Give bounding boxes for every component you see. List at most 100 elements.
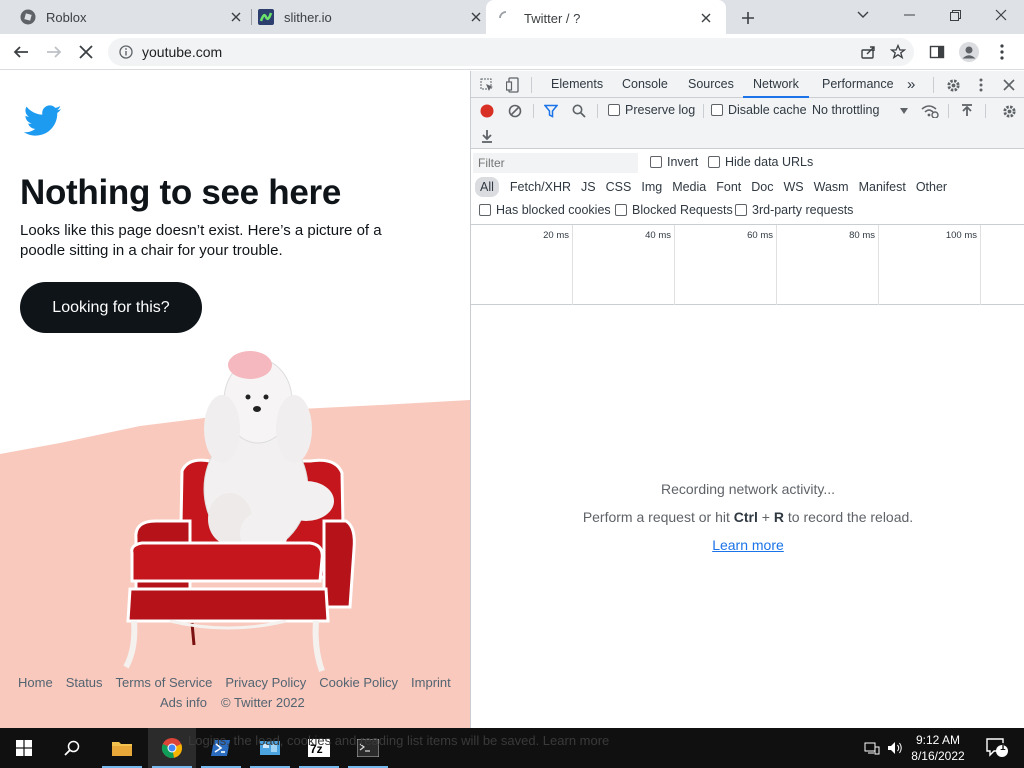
url-text: youtube.com (142, 44, 223, 60)
blocked-requests-checkbox[interactable]: Blocked Requests (615, 203, 733, 217)
type-filter-media[interactable]: Media (667, 177, 711, 197)
device-toolbar-icon[interactable] (503, 75, 523, 95)
devtools-tab-sources[interactable]: Sources (688, 71, 734, 98)
checkbox-box[interactable] (735, 204, 747, 216)
learn-more-link[interactable]: Learn more (712, 537, 784, 553)
footer-link-imprint[interactable]: Imprint (411, 675, 451, 690)
close-tab-icon[interactable] (468, 9, 484, 25)
tab-slither[interactable]: slither.io (258, 0, 484, 34)
learn-more-wrap: Learn more (471, 537, 1024, 553)
throttling-select[interactable]: No throttling (812, 103, 879, 117)
close-devtools-icon[interactable] (999, 75, 1019, 95)
more-tabs-icon[interactable]: » (907, 71, 915, 98)
forward-icon[interactable] (40, 38, 68, 66)
third-party-checkbox[interactable]: 3rd-party requests (735, 203, 853, 217)
devtools-menu-icon[interactable] (971, 75, 991, 95)
search-icon[interactable] (48, 728, 96, 768)
twitter-bird-icon[interactable] (23, 105, 62, 137)
poodle-in-chair-image (123, 351, 356, 673)
type-filter-wasm[interactable]: Wasm (809, 177, 854, 197)
preserve-log-checkbox[interactable]: Preserve log (608, 103, 695, 117)
footer-link-ads-info[interactable]: Ads info (160, 695, 207, 710)
notification-count: 1 (1000, 742, 1006, 753)
start-button-icon[interactable] (0, 728, 48, 768)
type-filter-manifest[interactable]: Manifest (854, 177, 911, 197)
type-filter-img[interactable]: Img (636, 177, 667, 197)
devtools-tab-console[interactable]: Console (622, 71, 668, 98)
browser-menu-icon[interactable] (988, 38, 1016, 66)
network-tray-icon[interactable] (862, 728, 882, 768)
type-filter-css[interactable]: CSS (601, 177, 637, 197)
minimize-icon[interactable] (886, 0, 932, 30)
type-filter-all[interactable]: All (475, 177, 499, 197)
dropdown-arrow-icon[interactable] (894, 101, 914, 121)
profile-avatar-icon[interactable] (955, 38, 983, 66)
devtools-tab-elements[interactable]: Elements (551, 71, 603, 98)
checkbox-box[interactable] (479, 204, 491, 216)
checkbox-box[interactable] (708, 156, 720, 168)
type-filter-other[interactable]: Other (911, 177, 952, 197)
devtools-settings-icon[interactable] (943, 75, 963, 95)
checkbox-box[interactable] (650, 156, 662, 168)
type-filter-font[interactable]: Font (711, 177, 746, 197)
filter-icon[interactable] (541, 101, 561, 121)
third-party-label: 3rd-party requests (752, 203, 854, 217)
network-timeline-overview[interactable]: 20 ms 40 ms 60 ms 80 ms 100 ms (471, 225, 1024, 305)
tab-roblox[interactable]: Roblox (20, 0, 244, 34)
close-window-icon[interactable] (978, 0, 1024, 30)
stop-loading-icon[interactable] (72, 38, 100, 66)
bookmark-star-icon[interactable] (884, 38, 912, 66)
export-har-icon[interactable] (477, 126, 497, 146)
close-tab-icon[interactable] (228, 9, 244, 25)
timeline-tick-label: 100 ms (945, 230, 977, 241)
address-bar[interactable]: youtube.com (108, 38, 914, 66)
clear-icon[interactable] (505, 101, 525, 121)
tab-twitter[interactable]: Twitter / ? (486, 0, 726, 36)
clock-date: 8/16/2022 (911, 749, 965, 763)
invert-checkbox[interactable]: Invert (650, 155, 698, 169)
side-panel-icon[interactable] (923, 38, 951, 66)
footer-link-privacy[interactable]: Privacy Policy (225, 675, 306, 690)
new-tab-button[interactable] (737, 7, 759, 29)
type-filter-ws[interactable]: WS (778, 177, 808, 197)
checkbox-box[interactable] (615, 204, 627, 216)
filter-input[interactable] (473, 153, 638, 173)
browser-toolbar: youtube.com (0, 34, 1024, 70)
info-icon[interactable] (119, 45, 133, 59)
footer-link-status[interactable]: Status (66, 675, 103, 690)
tab-divider (597, 104, 598, 118)
file-explorer-icon[interactable] (98, 728, 146, 768)
network-conditions-icon[interactable] (920, 101, 940, 121)
search-icon[interactable] (569, 101, 589, 121)
restore-icon[interactable] (932, 0, 978, 30)
notification-center-icon[interactable]: 1 (982, 728, 1012, 768)
system-clock[interactable]: 9:12 AM 8/16/2022 (900, 732, 976, 764)
type-filter-fetch-xhr[interactable]: Fetch/XHR (505, 177, 576, 197)
footer-link-home[interactable]: Home (18, 675, 53, 690)
type-filter-doc[interactable]: Doc (746, 177, 778, 197)
back-icon[interactable] (7, 38, 35, 66)
import-har-icon[interactable] (957, 101, 977, 121)
throttling-value: No throttling (812, 103, 880, 117)
record-icon[interactable] (477, 101, 497, 121)
tab-search-icon[interactable] (840, 0, 886, 30)
checkbox-box[interactable] (711, 104, 723, 116)
network-controls: Preserve log Disable cache No throttling (471, 98, 1024, 149)
footer-link-cookie[interactable]: Cookie Policy (319, 675, 398, 690)
share-icon[interactable] (854, 38, 882, 66)
disable-cache-checkbox[interactable]: Disable cache (711, 103, 807, 117)
close-tab-icon[interactable] (698, 10, 714, 26)
checkbox-box[interactable] (608, 104, 620, 116)
devtools-tab-performance[interactable]: Performance (822, 71, 894, 98)
footer-link-terms[interactable]: Terms of Service (116, 675, 213, 690)
looking-for-this-button[interactable]: Looking for this? (20, 282, 202, 333)
network-settings-icon[interactable] (999, 101, 1019, 121)
type-filter-js[interactable]: JS (576, 177, 601, 197)
hide-data-urls-checkbox[interactable]: Hide data URLs (708, 155, 813, 169)
tab-divider (703, 104, 704, 118)
blocked-cookies-checkbox[interactable]: Has blocked cookies (479, 203, 611, 217)
inspect-element-icon[interactable] (477, 75, 497, 95)
page-headline: Nothing to see here (20, 173, 342, 212)
tab-title: Twitter / ? (524, 10, 581, 26)
devtools-tab-network[interactable]: Network (743, 71, 809, 98)
